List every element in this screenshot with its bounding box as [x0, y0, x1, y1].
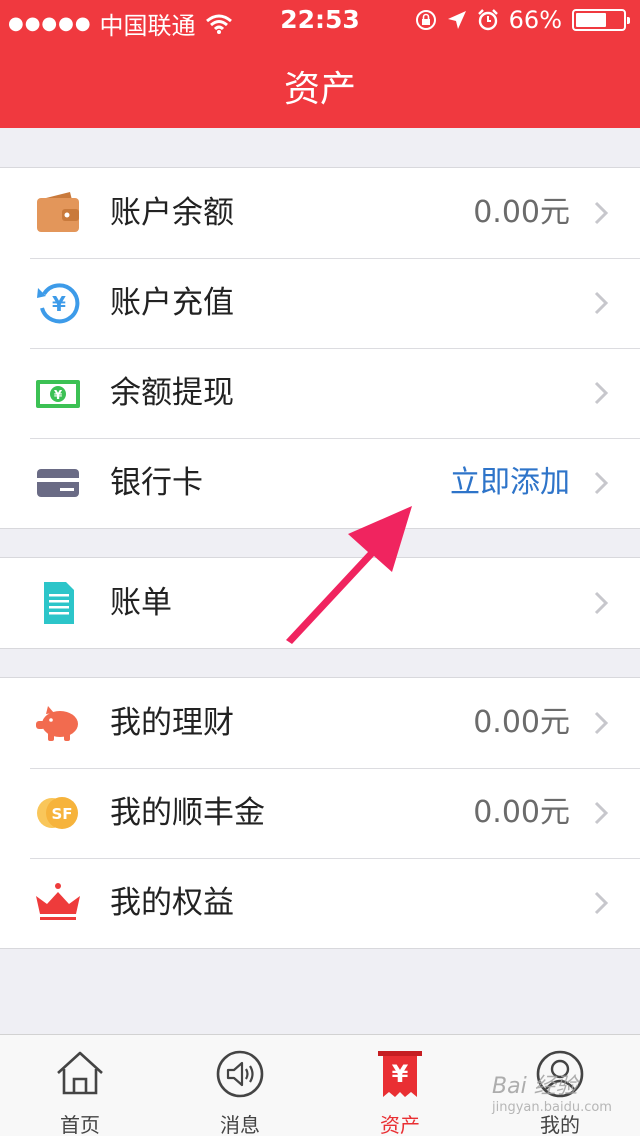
bill-icon [44, 582, 74, 624]
chevron-right-icon [594, 201, 609, 225]
battery-percent: 66% [508, 6, 562, 34]
chevron-right-icon [594, 801, 609, 825]
assets-group-account: 账户余额 0.00元 ¥ 账户充值 ¥ 余额提现 银行卡 立即添加 [0, 167, 640, 529]
home-icon [57, 1051, 103, 1095]
item-value: 0.00元 [473, 195, 570, 230]
tab-assets[interactable]: ¥ 资产 [320, 1035, 480, 1136]
item-label: 我的理财 [110, 705, 234, 741]
chevron-right-icon [594, 891, 609, 915]
alarm-icon [477, 9, 498, 31]
list-item-bank-card[interactable]: 银行卡 立即添加 [0, 438, 640, 528]
item-value: 0.00元 [473, 795, 570, 830]
tab-label: 资产 [380, 1113, 420, 1136]
item-label: 余额提现 [110, 375, 234, 411]
item-label: 我的权益 [110, 885, 234, 921]
assets-group-finance: 我的理财 0.00元 SF 我的顺丰金 0.00元 我的权益 [0, 677, 640, 949]
list-item-bill[interactable]: 账单 [0, 558, 640, 648]
list-item-account-recharge[interactable]: ¥ 账户充值 [0, 258, 640, 348]
tab-label: 消息 [220, 1113, 260, 1136]
cash-icon: ¥ [36, 380, 80, 408]
item-label: 银行卡 [110, 465, 203, 501]
chevron-right-icon [594, 291, 609, 315]
svg-text:¥: ¥ [392, 1060, 409, 1088]
status-bar: ●●●●● 中国联通 22:53 66% [0, 0, 640, 40]
item-label: 账户充值 [110, 285, 234, 321]
item-label: 账单 [110, 585, 172, 621]
chevron-right-icon [594, 711, 609, 735]
list-item-sf-gold[interactable]: SF 我的顺丰金 0.00元 [0, 768, 640, 858]
page-title: 资产 [283, 69, 356, 110]
list-item-my-finance[interactable]: 我的理财 0.00元 [0, 678, 640, 768]
watermark-url: jingyan.baidu.com [492, 1100, 612, 1115]
list-item-account-balance[interactable]: 账户余额 0.00元 [0, 168, 640, 258]
recharge-icon: ¥ [37, 283, 80, 324]
item-label: 我的顺丰金 [110, 795, 265, 831]
list-item-my-rights[interactable]: 我的权益 [0, 858, 640, 948]
piggy-bank-icon [36, 706, 78, 741]
list-item-balance-withdraw[interactable]: ¥ 余额提现 [0, 348, 640, 438]
battery-icon [572, 9, 630, 31]
tab-home[interactable]: 首页 [0, 1035, 160, 1136]
bank-card-icon [37, 469, 79, 497]
location-icon [447, 11, 466, 29]
chevron-right-icon [594, 471, 609, 495]
item-value: 0.00元 [473, 705, 570, 740]
tab-label: 首页 [60, 1113, 100, 1136]
chevron-right-icon [594, 591, 609, 615]
watermark-logo: Bai 经验 [492, 1074, 578, 1099]
chevron-right-icon [594, 381, 609, 405]
sf-coin-icon: SF [37, 797, 78, 829]
svg-text:SF: SF [51, 805, 72, 823]
header-bar: ●●●●● 中国联通 22:53 66% 资产 [0, 0, 640, 128]
svg-text:¥: ¥ [54, 388, 63, 402]
assets-group-bill: 账单 [0, 557, 640, 649]
crown-icon [36, 883, 80, 920]
speaker-icon [216, 1050, 264, 1098]
tab-messages[interactable]: 消息 [160, 1035, 320, 1136]
svg-text:¥: ¥ [52, 292, 66, 316]
wallet-icon [37, 192, 79, 232]
rotation-lock-icon [415, 10, 436, 30]
assets-icon: ¥ [378, 1051, 422, 1097]
add-bank-card-link[interactable]: 立即添加 [450, 438, 570, 528]
item-label: 账户余额 [110, 195, 234, 231]
